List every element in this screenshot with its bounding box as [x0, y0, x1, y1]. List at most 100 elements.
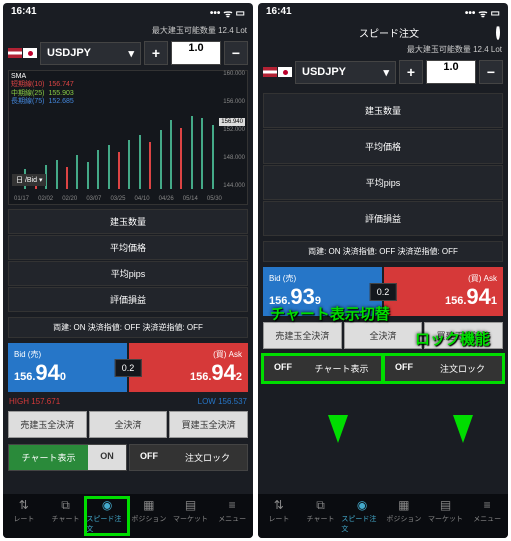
lock-toggle[interactable]: OFF 注文ロック [384, 355, 503, 382]
high-value: HIGH 157.671 [9, 397, 60, 406]
info-row[interactable]: 建玉数量 [8, 209, 248, 234]
refresh-button[interactable] [496, 27, 500, 38]
tab-menu[interactable]: ≡メニュー [466, 498, 508, 534]
info-row[interactable]: 平均pips [263, 165, 503, 200]
sell-settle-button[interactable]: 売建玉全決済 [8, 411, 87, 438]
flag-jp-icon [278, 67, 292, 77]
bid-label: Bid (売) [269, 273, 376, 284]
tab-chart[interactable]: ⧉チャート [45, 498, 87, 534]
tab-bar: ⇅レート ⧉チャート ◉スピード注文 ▦ポジション ▤マーケット ≡メニュー [3, 494, 253, 538]
tab-position[interactable]: ▦ポジション [383, 498, 425, 534]
pair-row: USDJPY ▾ + 1.0 − [3, 38, 253, 68]
info-row[interactable]: 評価損益 [8, 287, 248, 312]
ask-button[interactable]: (買) Ask 156.942 [129, 343, 248, 392]
chart-toggle[interactable]: OFF チャート表示 [263, 355, 382, 382]
pair-row: USDJPY ▾ + 1.0 − [258, 57, 508, 87]
qty-plus-button[interactable]: + [399, 60, 423, 84]
buy-settle-button[interactable]: 買建玉全決済 [169, 411, 248, 438]
signal-icon: ••• [210, 8, 221, 19]
sell-settle-button[interactable]: 売建玉全決済 [263, 322, 342, 349]
bid-button[interactable]: Bid (売) 156.939 [263, 267, 382, 316]
status-bar: 16:41 ••• ᯤ ▭ [3, 3, 253, 23]
toggle-label: 注文ロック [168, 445, 247, 470]
chart[interactable]: SMA 短期線(10)156.747 中期線(25)155.903 長期線(75… [8, 70, 248, 205]
all-settle-button[interactable]: 全決済 [89, 411, 168, 438]
flag-pair [8, 48, 37, 58]
bid-label: Bid (売) [14, 349, 121, 360]
toggle-label: チャート表示 [9, 445, 88, 470]
rate-icon: ⇅ [272, 498, 286, 512]
wifi-icon: ᯤ [223, 6, 232, 20]
toggle-state: OFF [264, 356, 302, 381]
battery-icon: ▭ [236, 8, 245, 19]
pair-selector[interactable]: USDJPY ▾ [295, 61, 396, 84]
position-icon: ▦ [142, 498, 156, 512]
phone-right: 16:41 ••• ᯤ ▭ スピード注文 最大建玉可能数量 12.4 Lot U… [258, 3, 508, 538]
qty-input[interactable]: 1.0 [426, 60, 476, 84]
x-axis: 01/17 02/02 02/20 03/07 03/25 04/10 04/2… [14, 196, 222, 202]
spread: 0.2 [115, 359, 142, 377]
bid-button[interactable]: Bid (売) 156.940 [8, 343, 127, 392]
chart-toggle[interactable]: チャート表示 ON [8, 444, 127, 471]
tab-market[interactable]: ▤マーケット [170, 498, 212, 534]
chevron-down-icon: ▾ [128, 47, 134, 60]
ask-label: (買) Ask [135, 349, 242, 360]
title-bar: スピード注文 [258, 23, 508, 42]
settle-settings[interactable]: 両建: ON 決済指値: OFF 決済逆指値: OFF [263, 241, 503, 262]
status-icons: ••• ᯤ ▭ [210, 6, 245, 20]
refresh-icon [496, 25, 500, 40]
toggle-state: OFF [385, 356, 423, 381]
tab-chart[interactable]: ⧉チャート [300, 498, 342, 534]
menu-icon: ≡ [225, 498, 239, 512]
tab-position[interactable]: ▦ポジション [128, 498, 170, 534]
status-time: 16:41 [11, 6, 37, 20]
status-bar: 16:41 ••• ᯤ ▭ [258, 3, 508, 23]
qty-input[interactable]: 1.0 [171, 41, 221, 65]
toggle-label: 注文ロック [423, 356, 502, 381]
flag-us-icon [263, 67, 277, 77]
lock-toggle[interactable]: OFF 注文ロック [129, 444, 248, 471]
qty-minus-button[interactable]: − [479, 60, 503, 84]
signal-icon: ••• [465, 8, 476, 19]
tab-rate[interactable]: ⇅レート [258, 498, 300, 534]
tab-speed-order[interactable]: ◉スピード注文 [341, 498, 383, 534]
price-panel: Bid (売) 156.940 (買) Ask 156.942 0.2 [8, 343, 248, 392]
chart-mode[interactable]: 日 /Bid ▾ [12, 174, 46, 186]
market-icon: ▤ [184, 498, 198, 512]
wifi-icon: ᯤ [478, 6, 487, 20]
buy-settle-button[interactable]: 買建玉全決済 [424, 322, 503, 349]
price-panel: Bid (売) 156.939 (買) Ask 156.941 0.2 [263, 267, 503, 316]
status-icons: ••• ᯤ ▭ [465, 6, 500, 20]
ask-label: (買) Ask [390, 273, 497, 284]
qty-minus-button[interactable]: − [224, 41, 248, 65]
arrow-icon [453, 415, 473, 443]
tab-market[interactable]: ▤マーケット [425, 498, 467, 534]
max-lot: 最大建玉可能数量 12.4 Lot [3, 23, 253, 38]
qty-plus-button[interactable]: + [144, 41, 168, 65]
status-time: 16:41 [266, 6, 292, 20]
pair-selector[interactable]: USDJPY ▾ [40, 42, 141, 65]
speed-icon: ◉ [100, 498, 114, 512]
tab-menu[interactable]: ≡メニュー [211, 498, 253, 534]
all-settle-button[interactable]: 全決済 [344, 322, 423, 349]
speed-icon: ◉ [355, 498, 369, 512]
rate-icon: ⇅ [17, 498, 31, 512]
tab-rate[interactable]: ⇅レート [3, 498, 45, 534]
flag-pair [263, 67, 292, 77]
toggle-state: ON [88, 445, 126, 470]
info-row[interactable]: 平均価格 [263, 129, 503, 164]
settle-buttons: 売建玉全決済 全決済 買建玉全決済 [8, 411, 248, 438]
ask-button[interactable]: (買) Ask 156.941 [384, 267, 503, 316]
position-icon: ▦ [397, 498, 411, 512]
settle-settings[interactable]: 両建: ON 決済指値: OFF 決済逆指値: OFF [8, 317, 248, 338]
info-row[interactable]: 評価損益 [263, 201, 503, 236]
tab-speed-order[interactable]: ◉スピード注文 [86, 498, 128, 534]
phone-left: 16:41 ••• ᯤ ▭ 最大建玉可能数量 12.4 Lot USDJPY ▾… [3, 3, 253, 538]
info-row[interactable]: 平均価格 [8, 235, 248, 260]
market-icon: ▤ [439, 498, 453, 512]
info-row[interactable]: 平均pips [8, 261, 248, 286]
info-rows: 建玉数量 平均価格 平均pips 評価損益 [8, 209, 248, 313]
spread: 0.2 [370, 283, 397, 301]
info-row[interactable]: 建玉数量 [263, 93, 503, 128]
highlow: HIGH 157.671 LOW 156.537 [3, 395, 253, 408]
